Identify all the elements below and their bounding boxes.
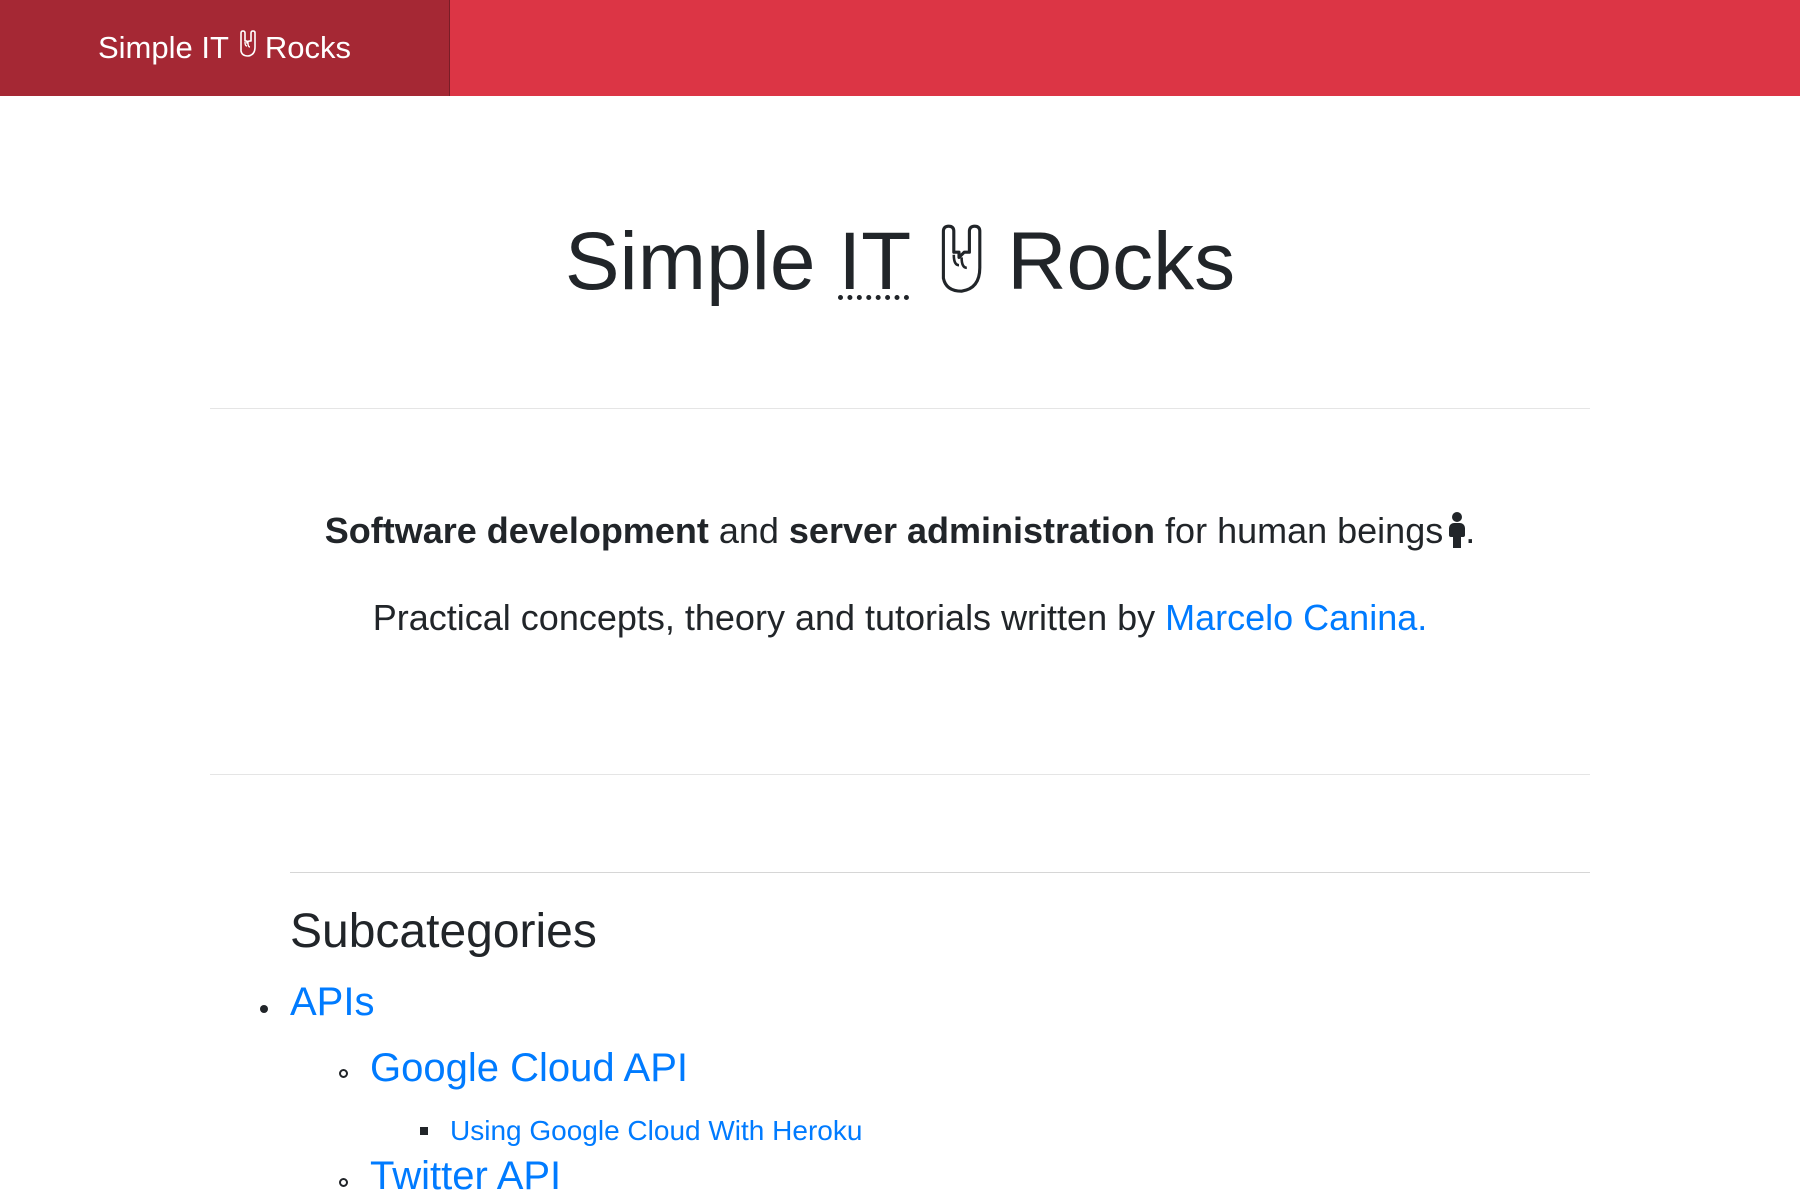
- intro-bold-software: Software development: [324, 510, 709, 551]
- intro-humans: for human beings: [1155, 510, 1444, 551]
- intro-bold-server: server administration: [788, 510, 1156, 551]
- person-icon: [1449, 511, 1466, 549]
- list-bullet-icon: [260, 1005, 268, 1013]
- intro-text: Software development and server administ…: [0, 509, 1800, 553]
- byline-text: Practical concepts, theory and tutorials…: [372, 597, 1166, 638]
- post-link-google-cloud-heroku[interactable]: Using Google Cloud With Heroku: [450, 1113, 862, 1149]
- intro-and: and: [708, 510, 789, 551]
- author-link[interactable]: Marcelo Canina.: [1165, 597, 1427, 638]
- title-abbr: IT: [838, 216, 910, 307]
- divider: [290, 872, 1590, 873]
- byline: Practical concepts, theory and tutorials…: [0, 596, 1800, 640]
- top-navbar: Simple IT Rocks: [0, 0, 1800, 96]
- title-prefix: Simple: [564, 216, 816, 307]
- subcategory-link-twitter-api[interactable]: Twitter API: [370, 1151, 561, 1201]
- divider: [210, 774, 1590, 775]
- brand-suffix: Rocks: [264, 30, 352, 65]
- page-title: Simple IT Rocks: [0, 212, 1800, 324]
- brand-prefix: Simple IT: [97, 30, 229, 65]
- intro-period: .: [1465, 510, 1476, 551]
- rock-hand-icon: [933, 219, 985, 324]
- subcategories-heading: Subcategories: [290, 905, 597, 958]
- subcategory-link-apis[interactable]: APIs: [290, 977, 374, 1027]
- list-bullet-icon: [420, 1127, 428, 1135]
- title-suffix: Rocks: [1007, 216, 1236, 307]
- navbar-brand-link[interactable]: Simple IT Rocks: [0, 0, 450, 96]
- rock-hand-icon: [237, 29, 257, 67]
- subcategory-link-google-cloud-api[interactable]: Google Cloud API: [370, 1043, 688, 1093]
- list-bullet-icon: [339, 1069, 348, 1078]
- divider: [210, 408, 1590, 409]
- list-bullet-icon: [339, 1178, 348, 1187]
